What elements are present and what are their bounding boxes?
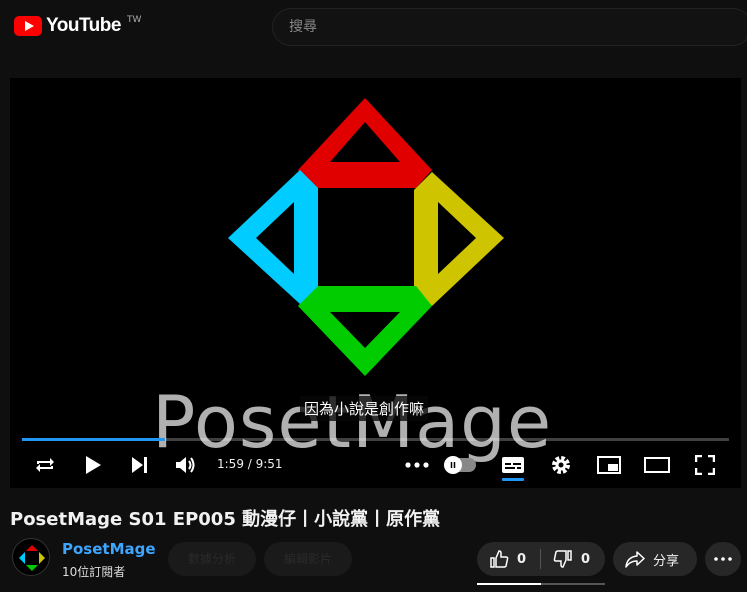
- like-dislike-group: 0 0: [477, 542, 605, 576]
- channel-name[interactable]: PosetMage: [62, 540, 156, 558]
- autoplay-toggle[interactable]: II: [444, 456, 476, 474]
- edit-video-button[interactable]: 編輯影片: [264, 542, 352, 576]
- more-dots-icon[interactable]: [404, 452, 430, 478]
- like-button[interactable]: 0: [489, 542, 526, 576]
- theater-mode-icon[interactable]: [644, 452, 670, 478]
- like-ratio-fill: [477, 583, 541, 585]
- loop-icon[interactable]: [32, 452, 58, 478]
- share-label: 分享: [653, 553, 680, 569]
- more-actions-button[interactable]: [705, 542, 741, 576]
- next-icon[interactable]: [127, 452, 153, 478]
- time-display: 1:59 / 9:51: [217, 457, 283, 471]
- progress-played: [22, 438, 165, 441]
- dislike-button[interactable]: 0: [553, 542, 590, 576]
- video-title: PosetMage S01 EP005 動漫仔丨小說黨丨原作黨: [10, 509, 441, 530]
- play-icon[interactable]: [80, 452, 106, 478]
- like-divider: [540, 549, 541, 569]
- like-ratio-bar: [477, 583, 605, 585]
- subtitles-active-indicator: [502, 478, 524, 481]
- miniplayer-icon[interactable]: [596, 452, 622, 478]
- search-box[interactable]: [272, 8, 747, 46]
- channel-avatar[interactable]: [12, 538, 50, 576]
- progress-bar[interactable]: [22, 438, 729, 441]
- like-count: 0: [517, 551, 527, 567]
- analytics-button[interactable]: 數據分析: [168, 542, 256, 576]
- thumbs-down-icon: [553, 550, 572, 568]
- more-horizontal-icon: [714, 557, 732, 561]
- share-icon: [625, 551, 645, 568]
- share-button[interactable]: 分享: [613, 542, 697, 576]
- youtube-play-icon: [14, 16, 42, 36]
- subtitles-icon[interactable]: [500, 452, 526, 478]
- subscriber-count: 10位訂閱者: [62, 565, 126, 579]
- video-player[interactable]: PosetMage 因為小說是創作嘛 1:59 / 9:51 II: [10, 78, 741, 488]
- volume-icon[interactable]: [173, 452, 199, 478]
- dislike-count: 0: [581, 551, 591, 567]
- youtube-logo[interactable]: YouTube TW: [14, 14, 141, 38]
- masthead: YouTube TW: [0, 0, 747, 54]
- pause-icon: II: [444, 456, 462, 474]
- region-code: TW: [126, 15, 142, 25]
- youtube-wordmark: YouTube: [46, 15, 121, 36]
- fullscreen-icon[interactable]: [692, 452, 718, 478]
- caption-text: 因為小說是創作嘛: [300, 396, 429, 421]
- settings-gear-icon[interactable]: [548, 452, 574, 478]
- player-controls: 1:59 / 9:51 II: [10, 444, 741, 484]
- thumbs-up-icon: [490, 550, 509, 568]
- search-input[interactable]: [289, 19, 747, 35]
